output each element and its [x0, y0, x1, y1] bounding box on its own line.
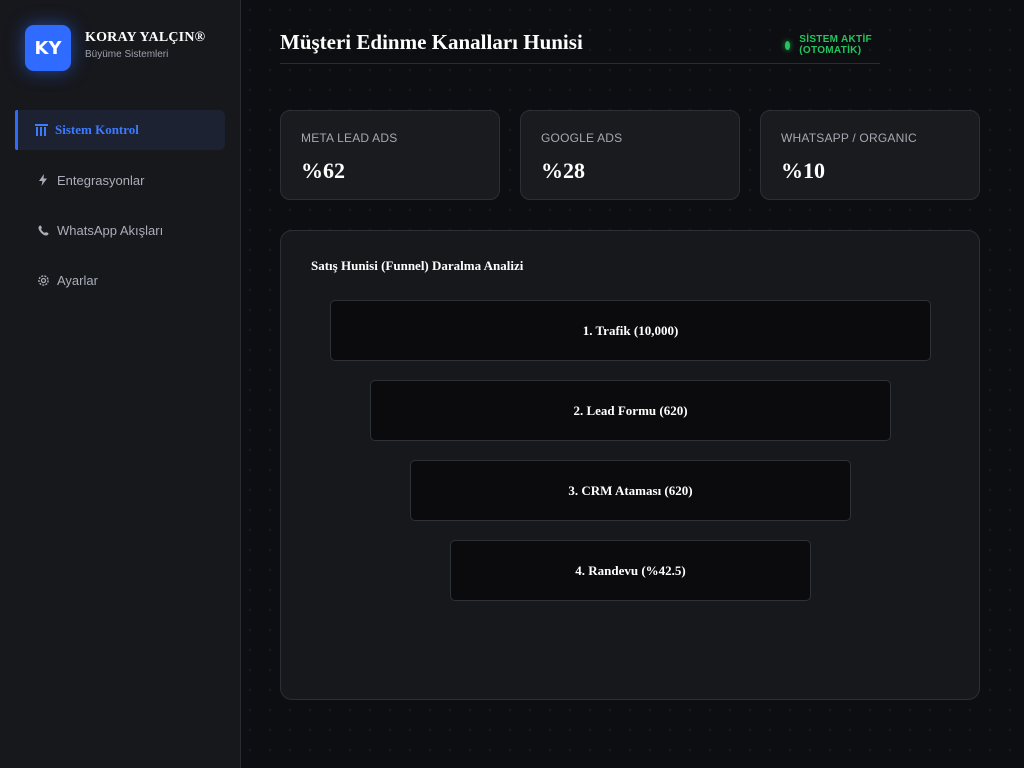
stat-value: %62 [301, 158, 345, 183]
funnel-stage-randevu[interactable]: 4. Randevu (%42.5) [450, 540, 811, 601]
brand-name: KORAY YALÇIN® [85, 30, 206, 45]
funnel-panel: Satış Hunisi (Funnel) Daralma Analizi 1.… [280, 230, 980, 700]
funnel-stage-crm-atamasi[interactable]: 3. CRM Ataması (620) [410, 460, 851, 521]
funnel-title: Satış Hunisi (Funnel) Daralma Analizi [311, 258, 524, 273]
page-title: Müşteri Edinme Kanalları Hunisi [280, 30, 583, 54]
status-dot-icon [785, 40, 791, 50]
status-text: SİSTEM AKTİF (OTOMATİK) [799, 34, 872, 56]
gear-icon [35, 274, 51, 287]
brand-subtitle: Büyüme Sistemleri [85, 49, 169, 60]
stat-card-google: GOOGLE ADS %28 [520, 110, 740, 200]
sidebar: KY KORAY YALÇIN® Büyüme Sistemleri Siste… [0, 0, 241, 768]
sidebar-item-label: WhatsApp Akışları [57, 222, 164, 238]
stat-value: %10 [781, 158, 825, 183]
sidebar-item-entegrasyonlar[interactable]: Entegrasyonlar [15, 160, 225, 200]
stat-value: %28 [541, 158, 585, 183]
sidebar-item-sistem-kontrol[interactable]: Sistem Kontrol [15, 110, 225, 150]
brand: KY KORAY YALÇIN® Büyüme Sistemleri [25, 25, 205, 71]
page-header: Müşteri Edinme Kanalları Hunisi SİSTEM A… [280, 22, 880, 64]
stat-card-whatsapp: WHATSAPP / ORGANIC %10 [760, 110, 980, 200]
funnel-stage-trafik[interactable]: 1. Trafik (10,000) [330, 300, 931, 361]
sidebar-item-label: Entegrasyonlar [57, 172, 145, 188]
stat-card-meta: META LEAD ADS %62 [280, 110, 500, 200]
phone-icon [35, 224, 51, 236]
stat-label: WHATSAPP / ORGANIC [781, 131, 917, 145]
sidebar-item-label: Sistem Kontrol [55, 122, 139, 137]
funnel-stage-lead-formu[interactable]: 2. Lead Formu (620) [370, 380, 891, 441]
brand-text: KORAY YALÇIN® Büyüme Sistemleri [85, 30, 205, 60]
sidebar-item-label: Ayarlar [57, 272, 98, 288]
bar-chart-icon [33, 124, 49, 136]
sidebar-item-whatsapp-akislari[interactable]: WhatsApp Akışları [15, 210, 225, 250]
stat-label: GOOGLE ADS [541, 131, 623, 145]
lightning-icon [35, 174, 51, 186]
stat-label: META LEAD ADS [301, 131, 398, 145]
sidebar-nav: Sistem Kontrol Entegrasyonlar WhatsApp A… [15, 110, 225, 310]
sidebar-item-ayarlar[interactable]: Ayarlar [15, 260, 225, 300]
status-indicator: SİSTEM AKTİF (OTOMATİK) [785, 34, 880, 56]
brand-logo[interactable]: KY [25, 25, 71, 71]
